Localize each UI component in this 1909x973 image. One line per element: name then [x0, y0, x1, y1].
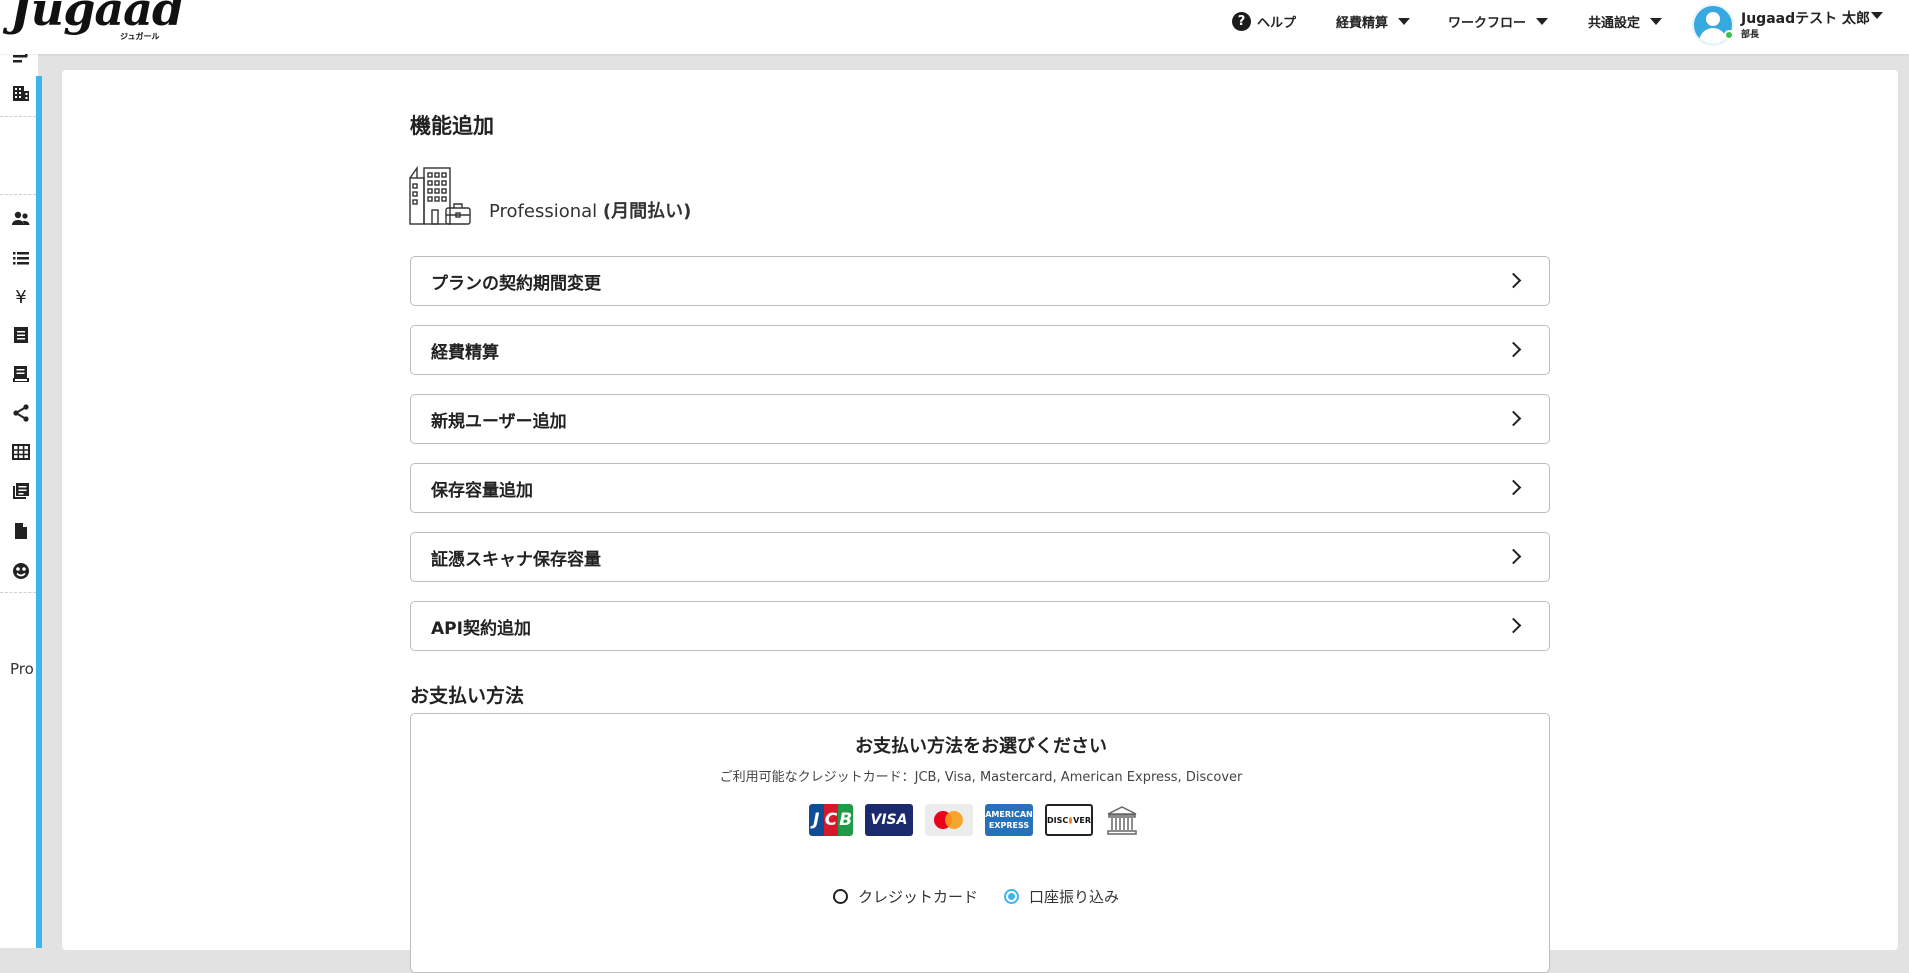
nav-workflow-menu[interactable]: ワークフロー [1448, 12, 1549, 31]
plan-billing: (月間払い) [602, 201, 692, 222]
visa-logo-icon: VISA [865, 804, 913, 836]
option-add-storage[interactable]: 保存容量追加 [410, 463, 1550, 513]
option-add-users[interactable]: 新規ユーザー追加 [410, 394, 1550, 444]
help-icon: ? [1232, 12, 1251, 31]
mastercard-logo-icon [925, 804, 973, 836]
nav-common-settings-menu[interactable]: 共通設定 [1588, 12, 1663, 31]
radio-credit-card-label: クレジットカード [858, 888, 979, 906]
bank-icon [1107, 806, 1137, 835]
option-label: 保存容量追加 [431, 480, 533, 501]
grid-table-icon[interactable] [10, 441, 32, 463]
nav-common-settings-label: 共通設定 [1588, 16, 1641, 31]
chevron-right-icon [1505, 272, 1522, 289]
sidebar-truncated-label[interactable]: Pro [10, 660, 34, 678]
nav-help[interactable]: ? ヘルプ [1232, 12, 1296, 31]
office-building-icon [409, 165, 471, 225]
emoji-icon[interactable] [10, 560, 32, 582]
discover-logo-icon: DISC VER [1045, 804, 1093, 836]
option-expense[interactable]: 経費精算 [410, 325, 1550, 375]
user-name[interactable]: Jugaadテスト 太郎 [1741, 8, 1870, 28]
current-plan: Professional (月間払い) [489, 197, 691, 223]
list-icon[interactable] [10, 247, 32, 269]
card-logos: J C B VISA AMERICAN EXPRESS DISC VER [809, 804, 1139, 836]
radio-checked-icon[interactable] [1004, 889, 1020, 904]
option-label: API契約追加 [431, 618, 531, 639]
caret-down-icon [1398, 18, 1411, 25]
radio-credit-card[interactable]: クレジットカード [833, 886, 978, 907]
payment-method-box: お支払い方法をお選びください ご利用可能なクレジットカード：JCB, Visa,… [410, 713, 1550, 973]
left-sidebar: ¥ Pro [0, 51, 38, 948]
app-logo-subtitle: ジュガール [120, 32, 160, 41]
option-label: プランの契約期間変更 [431, 273, 601, 294]
option-label: 証憑スキャナ保存容量 [431, 549, 601, 570]
chevron-right-icon [1505, 548, 1522, 565]
caret-down-icon [1536, 18, 1549, 25]
page-title: 機能追加 [410, 114, 494, 138]
chevron-right-icon [1505, 617, 1522, 634]
radio-unchecked-icon[interactable] [833, 889, 848, 904]
top-header: Jugaad ジュガール ? ヘルプ 経費精算 ワークフロー 共通設定 Juga… [0, 0, 1909, 54]
payment-section-title: お支払い方法 [410, 685, 525, 707]
nav-expense-menu[interactable]: 経費精算 [1336, 12, 1411, 31]
share-icon[interactable] [10, 402, 32, 424]
option-plan-period-change[interactable]: プランの契約期間変更 [410, 256, 1550, 306]
receipt-icon[interactable] [10, 324, 32, 346]
yen-icon[interactable]: ¥ [10, 286, 32, 308]
radio-bank-transfer-label: 口座振り込み [1029, 888, 1120, 906]
payment-heading: お支払い方法をお選びください [855, 736, 1107, 757]
chevron-right-icon [1505, 341, 1522, 358]
chevron-right-icon [1505, 479, 1522, 496]
nav-workflow-label: ワークフロー [1448, 16, 1527, 31]
nav-help-label: ヘルプ [1257, 16, 1297, 31]
building-icon[interactable] [10, 82, 32, 104]
jcb-logo-icon: J C B [809, 804, 853, 836]
chevron-right-icon [1505, 410, 1522, 427]
nav-expense-label: 経費精算 [1336, 16, 1389, 31]
plan-name: Professional [489, 201, 598, 222]
caret-down-icon [1650, 18, 1663, 25]
user-role: 部長 [1741, 30, 1760, 40]
document-icon[interactable] [10, 520, 32, 542]
sidebar-accent-bar [36, 76, 42, 948]
users-icon[interactable] [10, 208, 32, 230]
online-status-dot [1724, 30, 1734, 40]
library-icon[interactable] [10, 480, 32, 502]
option-label: 新規ユーザー追加 [431, 411, 567, 432]
radio-bank-transfer[interactable]: 口座振り込み [1004, 886, 1119, 907]
app-logo[interactable]: Jugaad [10, 0, 184, 32]
option-api-contract[interactable]: API契約追加 [410, 601, 1550, 651]
payment-method-radio-group: クレジットカード 口座振り込み [833, 886, 1119, 907]
amex-logo-icon: AMERICAN EXPRESS [985, 804, 1033, 836]
option-label: 経費精算 [431, 342, 499, 363]
user-menu-caret-icon[interactable] [1871, 12, 1883, 19]
option-scanner-storage[interactable]: 証憑スキャナ保存容量 [410, 532, 1550, 582]
invoice-icon[interactable] [10, 363, 32, 385]
available-cards-text: ご利用可能なクレジットカード：JCB, Visa, Mastercard, Am… [719, 770, 1243, 785]
